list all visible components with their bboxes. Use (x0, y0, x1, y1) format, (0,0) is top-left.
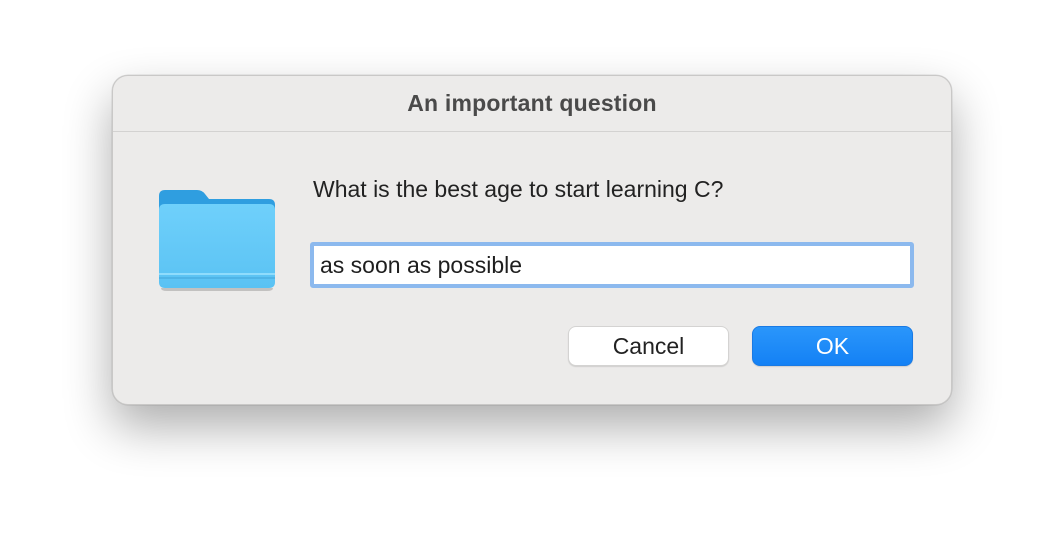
folder-icon (159, 190, 275, 291)
cancel-button[interactable]: Cancel (568, 326, 729, 366)
input-dialog: An important question What is the best a… (112, 75, 952, 405)
dialog-titlebar: An important question (113, 76, 951, 132)
ok-button[interactable]: OK (752, 326, 913, 366)
screen: An important question What is the best a… (0, 0, 1064, 554)
dialog-title: An important question (407, 90, 657, 116)
answer-input[interactable] (310, 242, 914, 288)
question-label: What is the best age to start learning C… (313, 176, 724, 202)
